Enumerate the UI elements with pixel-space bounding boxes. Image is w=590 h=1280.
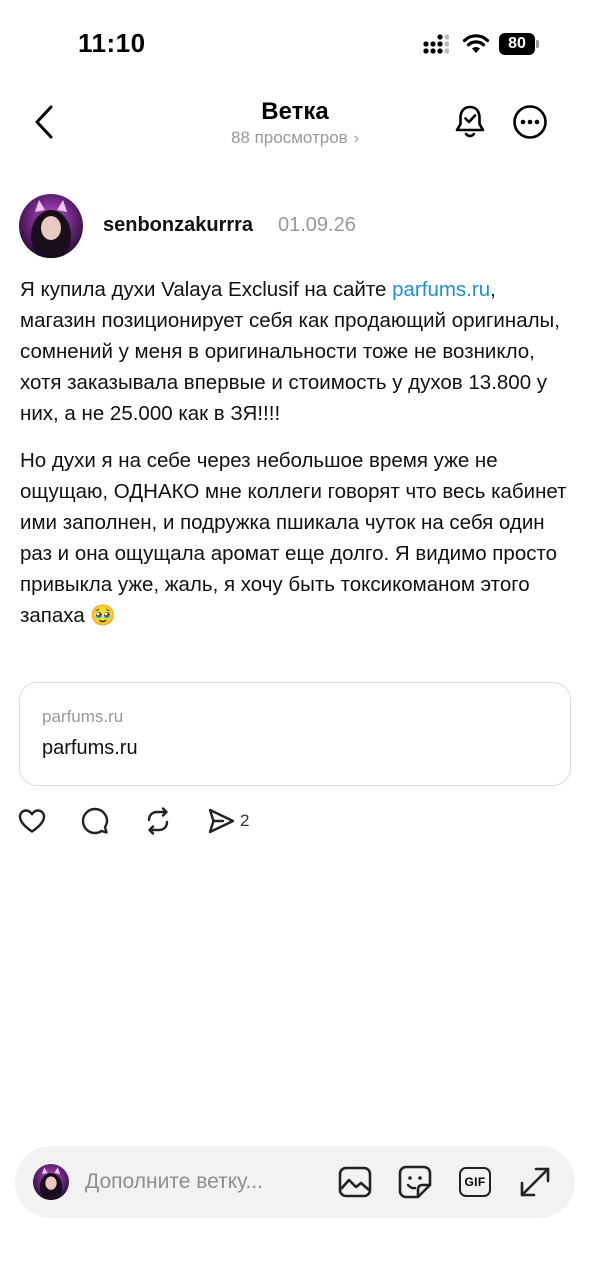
share-count: 2 xyxy=(240,811,250,830)
post-actions: 2 xyxy=(0,806,590,842)
page-title: Ветка xyxy=(261,98,329,125)
more-icon xyxy=(513,105,547,139)
chevron-right-icon: › xyxy=(353,130,360,147)
post-username[interactable]: senbonzakurrra xyxy=(103,214,253,237)
link-card-title: parfums.ru xyxy=(42,737,138,759)
gif-button[interactable]: GIF xyxy=(457,1164,493,1200)
repost-icon xyxy=(147,807,169,835)
share-button[interactable] xyxy=(206,806,236,836)
views-link[interactable]: 88 просмотров › xyxy=(0,128,590,148)
thread-header: Ветка 88 просмотров › xyxy=(0,88,590,164)
bell-check-icon xyxy=(455,105,485,138)
link-preview-card[interactable]: parfums.ru parfums.ru xyxy=(19,682,571,786)
attach-image-button[interactable] xyxy=(337,1164,373,1200)
send-icon xyxy=(208,808,235,834)
text-segment: Я купила духи Valaya Exclusif на сайте xyxy=(20,278,393,301)
link-card-domain: parfums.ru xyxy=(42,707,124,726)
avatar[interactable] xyxy=(19,194,83,258)
notifications-button[interactable] xyxy=(452,102,488,142)
reply-input[interactable] xyxy=(85,1168,325,1196)
reply-composer: GIF xyxy=(15,1146,575,1218)
reply-button[interactable] xyxy=(80,806,110,836)
post-body: Я купила духи Valaya Exclusif на сайте p… xyxy=(20,274,572,647)
image-icon xyxy=(338,1166,372,1198)
status-bar: 11:10 80 xyxy=(0,0,590,88)
post-date: 01.09.26 xyxy=(278,214,356,236)
heart-icon xyxy=(18,809,46,833)
battery-indicator: 80 xyxy=(499,33,539,55)
views-count: 88 просмотров xyxy=(230,128,348,147)
gif-icon: GIF xyxy=(459,1167,491,1197)
avatar-image xyxy=(19,194,83,258)
inline-link[interactable]: parfums.ru xyxy=(392,278,490,301)
more-options-button[interactable] xyxy=(512,104,548,140)
like-button[interactable] xyxy=(17,806,47,836)
battery-level: 80 xyxy=(499,33,535,55)
battery-cap xyxy=(536,40,539,48)
status-time: 11:10 xyxy=(78,28,146,58)
repost-button[interactable] xyxy=(143,806,173,836)
composer-avatar xyxy=(33,1164,69,1200)
avatar-image xyxy=(33,1164,69,1200)
wifi-icon xyxy=(462,34,490,53)
cellular-signal-icon xyxy=(423,34,449,54)
post-paragraph-2: Но духи я на себе через небольшое время … xyxy=(20,449,567,627)
expand-composer-button[interactable] xyxy=(517,1164,553,1200)
comment-icon xyxy=(81,807,109,835)
sticker-icon xyxy=(398,1165,432,1199)
sticker-button[interactable] xyxy=(397,1164,433,1200)
expand-icon xyxy=(520,1167,550,1197)
post-paragraph-1: Я купила духи Valaya Exclusif на сайте p… xyxy=(20,274,572,429)
